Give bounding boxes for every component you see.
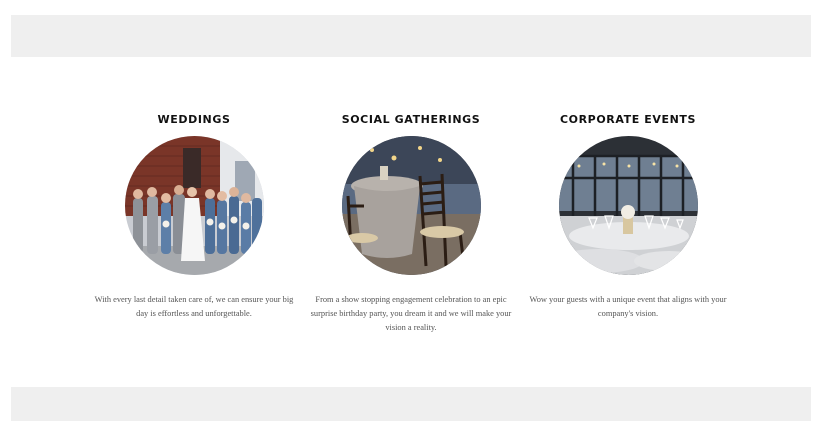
service-social-gatherings: SOCIAL GATHERINGS From a show stopping e…: [306, 110, 516, 335]
service-weddings: WEDDINGS With every last detail taken ca…: [89, 110, 299, 321]
service-title: CORPORATE EVENTS: [559, 113, 697, 126]
service-description: With every last detail taken care of, we…: [94, 295, 294, 318]
service-title: SOCIAL GATHERINGS: [341, 113, 481, 126]
top-band: [11, 15, 811, 57]
service-title: WEDDINGS: [157, 113, 231, 126]
service-corporate-events: CORPORATE EVENTS Wow your guests with a …: [523, 110, 733, 321]
service-description: Wow your guests with a unique event that…: [529, 295, 727, 318]
bottom-band: [11, 387, 811, 421]
weddings-photo[interactable]: [124, 136, 264, 275]
social-gatherings-photo[interactable]: [341, 136, 481, 275]
service-description: From a show stopping engagement celebrat…: [310, 295, 512, 332]
corporate-events-photo[interactable]: [558, 136, 698, 275]
